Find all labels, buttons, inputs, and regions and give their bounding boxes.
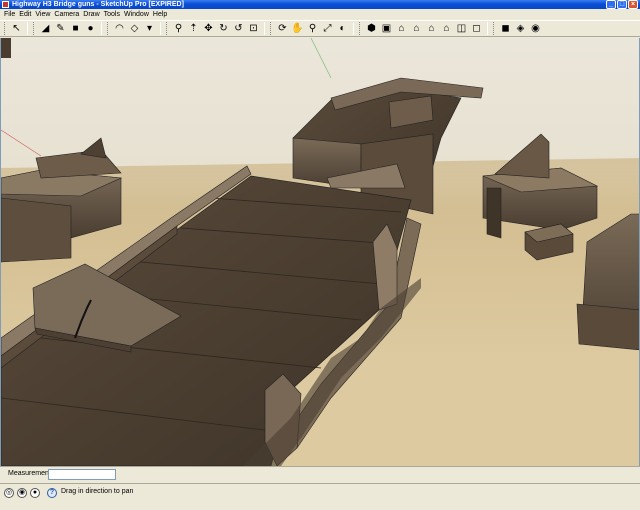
measurements-input[interactable] — [48, 469, 116, 480]
title-bar: Highway H3 Bridge guns - SketchUp Pro [E… — [0, 0, 640, 9]
zoom-extents-icon[interactable]: ⤢ — [321, 22, 334, 35]
sketchup-app-icon — [2, 1, 9, 8]
toolbar-grip[interactable] — [270, 22, 273, 35]
window-title: Highway H3 Bridge guns - SketchUp Pro [E… — [12, 1, 184, 8]
close-button[interactable]: × — [628, 0, 638, 9]
status-bar: ◎ ◉ ● ? Drag in direction to pan — [0, 483, 640, 510]
previous-view-icon[interactable]: ◐ — [336, 22, 349, 35]
menu-bar: File Edit View Camera Draw Tools Window … — [0, 9, 640, 20]
shaded-icon[interactable]: ◈ — [514, 22, 527, 35]
circle-icon[interactable]: ● — [84, 22, 97, 35]
pan-icon[interactable]: ✋ — [291, 22, 304, 35]
menu-help[interactable]: Help — [153, 9, 171, 20]
3d-viewport[interactable] — [0, 38, 640, 466]
menu-camera[interactable]: Camera — [54, 9, 83, 20]
scene-render — [1, 38, 639, 466]
toolbar-grip[interactable] — [493, 22, 496, 35]
shaded-textures-icon[interactable]: ◉ — [529, 22, 542, 35]
status-hint: Drag in direction to pan — [61, 488, 134, 495]
pencil-line-icon[interactable]: ✎ — [54, 22, 67, 35]
offset-icon[interactable]: ⊡ — [247, 22, 260, 35]
user-icon[interactable]: ● — [30, 488, 40, 498]
xray-icon[interactable]: ◫ — [455, 22, 468, 35]
arc-icon[interactable]: ◠ — [113, 22, 126, 35]
geo-location-icon[interactable]: ◎ — [4, 488, 14, 498]
toolbar-separator — [353, 22, 354, 35]
top-view-icon[interactable]: ▣ — [380, 22, 393, 35]
toolbar-grip[interactable] — [359, 22, 362, 35]
menu-view[interactable]: View — [35, 9, 54, 20]
green-axis-line — [310, 38, 332, 79]
rectangle-icon[interactable]: ■ — [69, 22, 82, 35]
select-tool-icon[interactable]: ↖ — [10, 22, 23, 35]
minimize-button[interactable]: _ — [606, 0, 616, 9]
right-view-icon[interactable]: ⌂ — [410, 22, 423, 35]
window-controls: _ □ × — [606, 0, 638, 9]
menu-edit[interactable]: Edit — [19, 9, 35, 20]
toolbar-separator — [160, 22, 161, 35]
credits-icon[interactable]: ◉ — [17, 488, 27, 498]
back-view-icon[interactable]: ⌂ — [425, 22, 438, 35]
menu-file[interactable]: File — [4, 9, 19, 20]
maximize-button[interactable]: □ — [617, 0, 627, 9]
front-view-icon[interactable]: ⌂ — [395, 22, 408, 35]
menu-window[interactable]: Window — [124, 9, 153, 20]
move-icon[interactable]: ✥ — [202, 22, 215, 35]
follow-me-icon[interactable]: ↺ — [232, 22, 245, 35]
toolbar-grip[interactable] — [166, 22, 169, 35]
toolbar-grip[interactable] — [33, 22, 36, 35]
menu-tools[interactable]: Tools — [104, 9, 124, 20]
toolbar-separator — [264, 22, 265, 35]
menu-draw[interactable]: Draw — [83, 9, 103, 20]
toolbar-grip[interactable] — [107, 22, 110, 35]
eraser-icon[interactable]: ◢ — [39, 22, 52, 35]
rotate-icon[interactable]: ↻ — [217, 22, 230, 35]
push-pull-icon[interactable]: ⇡ — [187, 22, 200, 35]
bunker-left — [1, 38, 123, 263]
orbit-icon[interactable]: ⟳ — [276, 22, 289, 35]
make-component-icon[interactable]: ◇ — [128, 22, 141, 35]
toolbar-separator — [27, 22, 28, 35]
paint-bucket-icon[interactable]: ▾ — [143, 22, 156, 35]
toolbar-separator — [487, 22, 488, 35]
zoom-icon[interactable]: ⚲ — [306, 22, 319, 35]
red-axis-line — [1, 129, 42, 157]
iso-view-icon[interactable]: ⬢ — [365, 22, 378, 35]
hidden-line-icon[interactable]: ◼ — [499, 22, 512, 35]
main-toolbar: ↖ ◢ ✎ ■ ● ◠ ◇ ▾ ⚲ ⇡ ✥ ↻ ↺ ⊡ ⟳ ✋ ⚲ ⤢ ◐ ⬢ ▣ ⌂ ⌂ ⌂ ⌂ ◫ ◻ ◼ ◈ ◉ — [0, 20, 640, 37]
left-view-icon[interactable]: ⌂ — [440, 22, 453, 35]
measurements-bar: Measurements — [0, 466, 640, 483]
wireframe-icon[interactable]: ◻ — [470, 22, 483, 35]
toolbar-separator — [101, 22, 102, 35]
toolbar-grip[interactable] — [4, 22, 7, 35]
tape-measure-icon[interactable]: ⚲ — [172, 22, 185, 35]
help-icon[interactable]: ? — [47, 488, 57, 498]
